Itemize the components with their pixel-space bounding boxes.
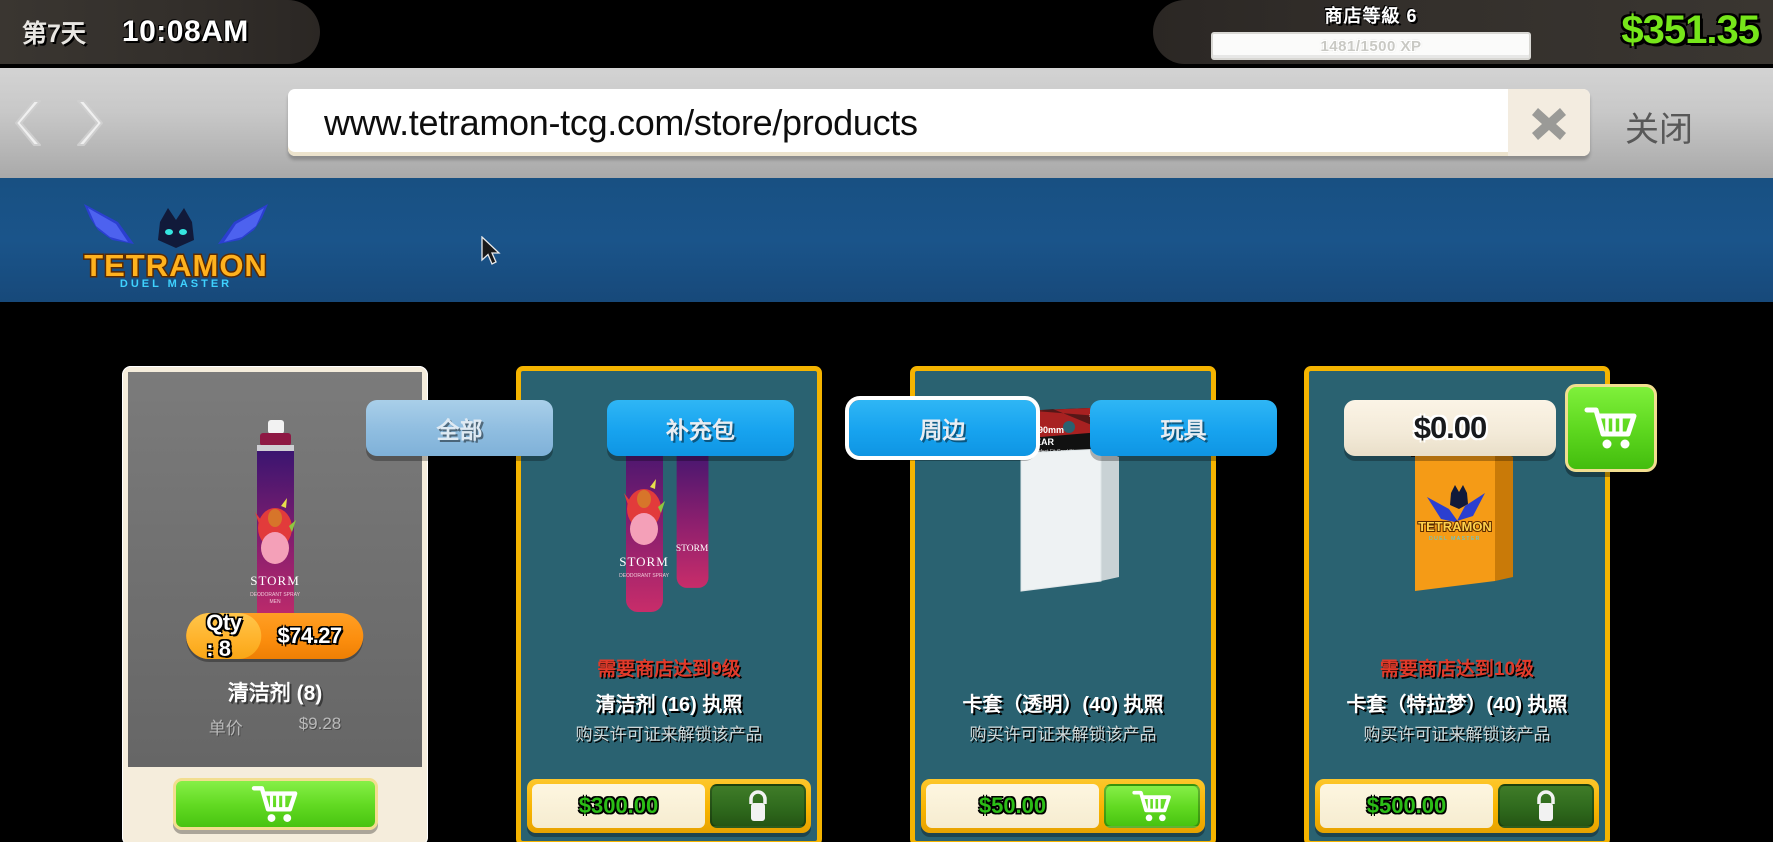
product-name: 卡套（特拉梦）(40) 执照 <box>1346 694 1568 716</box>
store-level-label: 商店等級 6 <box>1324 6 1418 26</box>
quantity-label: Qty : 8 <box>206 610 242 661</box>
tab-toys[interactable]: 玩具 <box>1090 400 1277 456</box>
quantity-badge: Qty : 8 <box>186 610 262 661</box>
price-action-bar: $50.00 <box>921 779 1205 833</box>
total-price-label: $74.27 <box>277 623 342 648</box>
chevron-left-icon <box>15 100 41 146</box>
xp-progress-bar: 1481/1500 XP <box>1211 32 1531 60</box>
url-clear-button[interactable] <box>1508 89 1590 156</box>
product-name: 卡套（透明）(40) 执照 <box>962 694 1164 716</box>
tab-accessories[interactable]: 周边 <box>845 396 1040 460</box>
unlock-license-button[interactable] <box>1498 784 1594 828</box>
unit-price-row: 单价 $9.28 <box>128 714 422 739</box>
game-screen: 第7天 10:08AM 商店等級 6 1481/1500 XP $351.35 <box>0 0 1773 842</box>
svg-text:STORM: STORM <box>619 554 669 569</box>
open-cart-button[interactable] <box>1565 384 1657 472</box>
quantity-price-pill: Qty : 8 $74.27 <box>186 610 364 661</box>
unlock-license-button[interactable] <box>710 784 806 828</box>
url-input[interactable]: www.tetramon-tcg.com/store/products <box>288 102 918 144</box>
shopping-cart-icon <box>1584 407 1637 449</box>
close-x-icon <box>1532 107 1566 140</box>
top-hud: 第7天 10:08AM 商店等級 6 1481/1500 XP $351.35 <box>0 0 1773 68</box>
add-to-cart-button[interactable] <box>1104 784 1200 828</box>
spray-can-icon: STORM DEODORANT SPRAY MEN 150mL / 80g <box>250 420 301 630</box>
clock-time: 10:08AM <box>121 15 249 48</box>
tetramon-logo: TETRAMON DUEL MASTER <box>60 192 292 288</box>
svg-text:DEODORANT SPRAY: DEODORANT SPRAY <box>619 573 669 579</box>
tab-all-label: 全部 <box>436 417 483 443</box>
cart-total-display: $0.00 <box>1344 400 1556 456</box>
tab-all[interactable]: 全部 <box>366 400 553 456</box>
day-counter: 第7天 <box>22 20 86 48</box>
store-level-group: 商店等級 6 1481/1500 XP <box>1211 2 1531 60</box>
tab-toys-label: 玩具 <box>1160 417 1207 443</box>
money-balance: $351.35 <box>1621 8 1760 52</box>
tab-accessories-label: 周边 <box>919 417 966 443</box>
svg-text:STORM: STORM <box>250 573 300 588</box>
unit-price-value: $9.28 <box>298 714 342 733</box>
lock-icon <box>1537 790 1555 821</box>
browser-back-button[interactable] <box>0 90 62 156</box>
unit-price-label: 单价 <box>208 719 243 738</box>
browser-toolbar: www.tetramon-tcg.com/store/products 关闭 <box>0 68 1773 178</box>
close-browser-button[interactable]: 关闭 <box>1625 102 1693 151</box>
price-label: $300.00 <box>578 793 659 818</box>
mouse-cursor-icon <box>481 236 501 265</box>
svg-text:MEN: MEN <box>269 599 281 605</box>
product-card-footer: $300.00 <box>521 779 817 841</box>
product-card-footer: $50.00 <box>915 779 1211 841</box>
shopping-cart-icon <box>1132 790 1171 822</box>
browser-forward-button[interactable] <box>56 90 122 156</box>
price-action-bar: $300.00 <box>527 779 811 833</box>
price-field: $500.00 <box>1320 784 1493 828</box>
cart-total-amount: $0.00 <box>1413 410 1488 445</box>
shopping-cart-icon <box>251 785 298 822</box>
product-subtitle: 购买许可证来解锁该产品 <box>1363 725 1551 744</box>
product-grid: STORM DEODORANT SPRAY MEN 150mL / 80g Qt… <box>0 302 1773 842</box>
svg-text:DEODORANT SPRAY: DEODORANT SPRAY <box>250 592 300 598</box>
lock-icon <box>749 790 767 821</box>
tetramon-logo-icon: TETRAMON DUEL MASTER <box>83 204 268 288</box>
url-bar[interactable]: www.tetramon-tcg.com/store/products <box>288 89 1590 156</box>
price-field: $300.00 <box>532 784 705 828</box>
tab-booster-packs[interactable]: 补充包 <box>607 400 794 456</box>
xp-value-label: 1481/1500 XP <box>1320 37 1422 55</box>
svg-text:DUEL MASTER: DUEL MASTER <box>1429 536 1481 542</box>
hud-left-panel: 第7天 10:08AM <box>0 0 320 64</box>
level-requirement-label: 需要商店达到10级 <box>1379 659 1535 680</box>
hud-right-panel: 商店等級 6 1481/1500 XP $351.35 <box>1153 0 1773 64</box>
product-subtitle: 购买许可证来解锁该产品 <box>575 725 763 744</box>
price-field: $50.00 <box>926 784 1099 828</box>
price-action-bar: $500.00 <box>1315 779 1599 833</box>
store-site-header: TETRAMON DUEL MASTER 全部 补充包 周边 玩具 $0.00 <box>0 178 1773 472</box>
product-card-footer: $500.00 <box>1309 779 1605 841</box>
product-card-footer <box>128 767 422 840</box>
product-name: 清洁剂 (16) 执照 <box>595 694 743 716</box>
tab-booster-packs-label: 补充包 <box>666 417 735 443</box>
price-label: $50.00 <box>978 793 1047 818</box>
price-label: $500.00 <box>1366 793 1447 818</box>
chevron-right-icon <box>77 100 103 146</box>
product-subtitle: 购买许可证来解锁该产品 <box>969 725 1157 744</box>
level-requirement-label: 需要商店达到9级 <box>597 659 741 680</box>
svg-text:TETRAMON: TETRAMON <box>1418 519 1492 534</box>
add-to-cart-button[interactable] <box>172 777 378 830</box>
product-name: 清洁剂 (8) <box>227 682 323 705</box>
svg-text:STORM: STORM <box>676 544 709 554</box>
svg-text:DUEL MASTER: DUEL MASTER <box>120 278 232 288</box>
